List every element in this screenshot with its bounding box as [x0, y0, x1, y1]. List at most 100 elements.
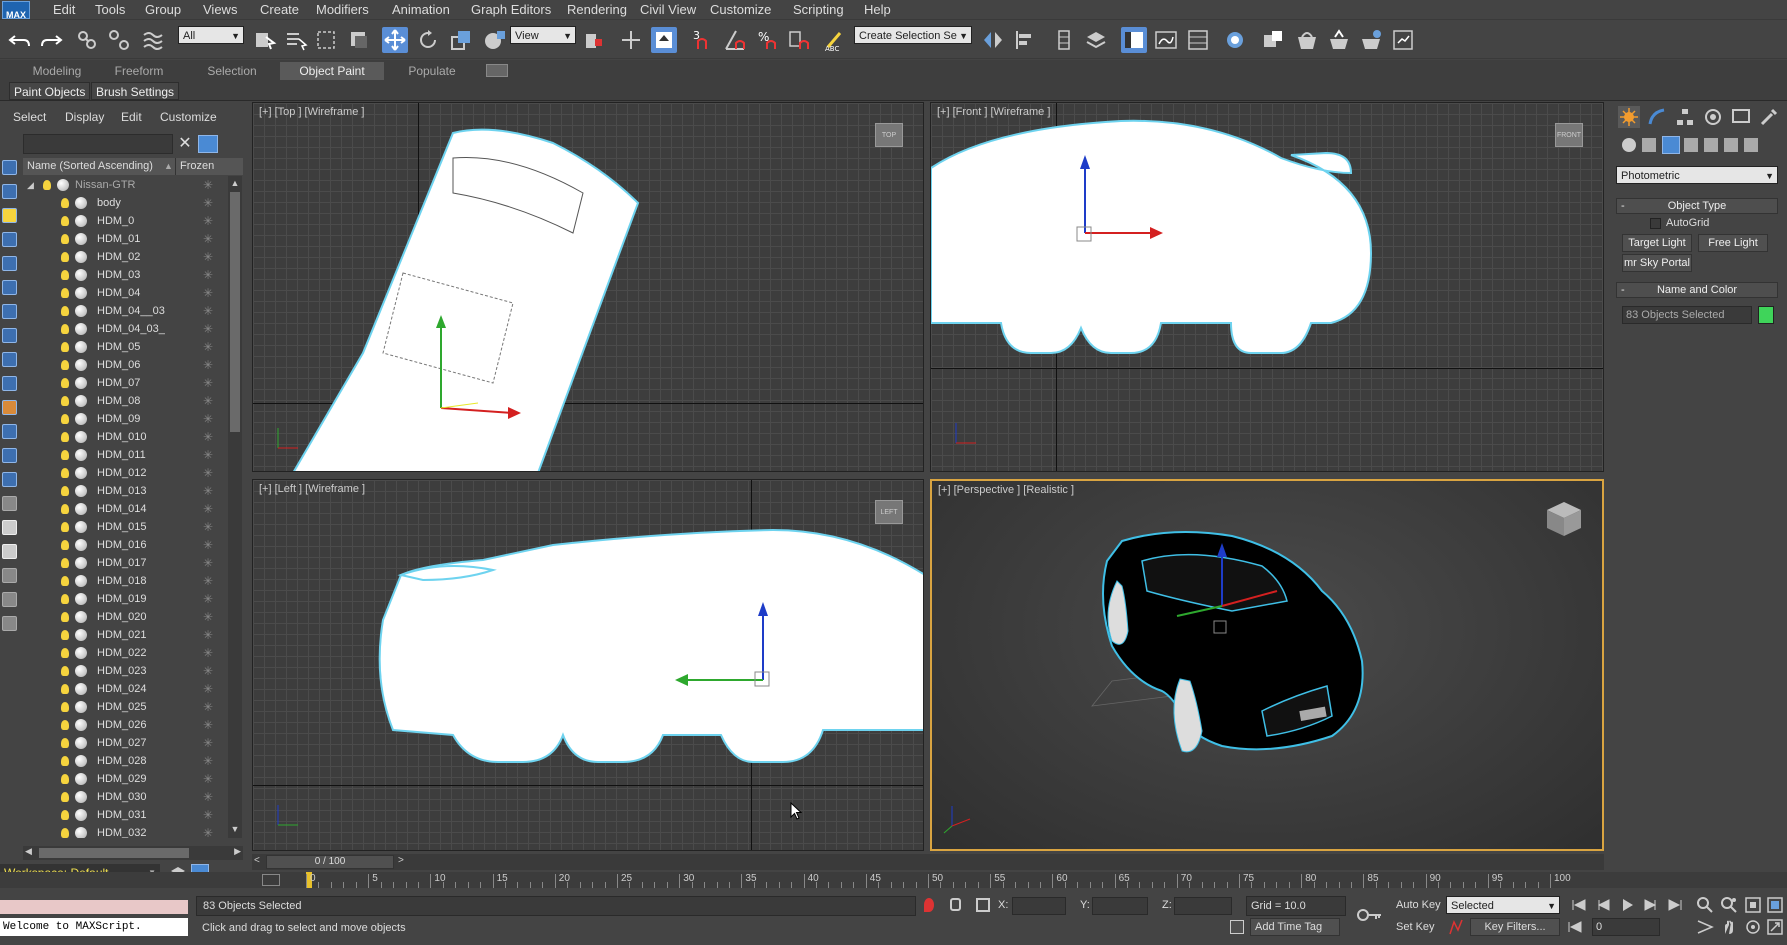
motion-tab-icon[interactable] [1702, 106, 1724, 128]
menu-animation[interactable]: Animation [388, 0, 454, 20]
viewcube-perspective[interactable] [1544, 499, 1584, 539]
tree-item[interactable]: HDM_09 ✳ [23, 410, 228, 428]
frozen-toggle-icon[interactable]: ✳ [203, 194, 213, 212]
frozen-toggle-icon[interactable]: ✳ [203, 806, 213, 824]
frozen-toggle-icon[interactable]: ✳ [203, 266, 213, 284]
collapse-arrow-icon[interactable]: ◢ [27, 176, 34, 194]
hierarchy-tab-icon[interactable] [1674, 106, 1696, 128]
spinner-snap-icon[interactable] [786, 27, 812, 53]
zoom-all-icon[interactable] [1720, 896, 1738, 914]
rect-selection-icon[interactable] [313, 27, 339, 53]
named-selection-set-dropdown[interactable]: Create Selection Se ▼ [854, 26, 972, 44]
frozen-toggle-icon[interactable]: ✳ [203, 302, 213, 320]
frozen-toggle-icon[interactable]: ✳ [203, 788, 213, 806]
helpers-category-icon[interactable] [1704, 138, 1718, 152]
curve-editor-icon[interactable] [1185, 27, 1211, 53]
visibility-bulb-icon[interactable] [61, 774, 69, 784]
menu-rendering[interactable]: Rendering [563, 0, 631, 20]
display-influences-icon[interactable] [2, 544, 17, 559]
visibility-bulb-icon[interactable] [61, 486, 69, 496]
pivot-center-icon[interactable] [581, 27, 607, 53]
menu-modifiers[interactable]: Modifiers [312, 0, 373, 20]
viewcube-left[interactable]: LEFT [875, 500, 903, 524]
display-shapes-icon[interactable] [2, 184, 17, 199]
window-crossing-icon[interactable] [346, 27, 372, 53]
visibility-bulb-icon[interactable] [61, 234, 69, 244]
tree-item[interactable]: HDM_022 ✳ [23, 644, 228, 662]
frozen-toggle-icon[interactable]: ✳ [203, 770, 213, 788]
geometry-category-icon[interactable] [1622, 138, 1636, 152]
y-coord-input[interactable] [1092, 897, 1148, 915]
tab-modeling[interactable]: Modeling [18, 62, 96, 80]
systems-category-icon[interactable] [1744, 138, 1758, 152]
z-coord-input[interactable] [1174, 897, 1232, 915]
next-frame-icon[interactable] [1642, 896, 1660, 914]
brush-settings-button[interactable]: Brush Settings [91, 82, 180, 100]
explorer-horizontal-scrollbar[interactable]: ◀ ▶ [23, 846, 243, 860]
explorer-menu-customize[interactable]: Customize [160, 110, 217, 124]
select-by-name-icon[interactable] [283, 27, 309, 53]
explorer-menu-edit[interactable]: Edit [121, 110, 142, 124]
scroll-left-icon[interactable]: ◀ [25, 846, 32, 857]
display-frozen-icon[interactable] [2, 400, 17, 415]
tree-item[interactable]: HDM_04_03_ ✳ [23, 320, 228, 338]
frozen-toggle-icon[interactable]: ✳ [203, 446, 213, 464]
utilities-tab-icon[interactable] [1758, 106, 1780, 128]
select-and-move-icon[interactable] [382, 27, 408, 53]
viewcube-front[interactable]: FRONT [1555, 123, 1583, 147]
tree-item[interactable]: HDM_020 ✳ [23, 608, 228, 626]
visibility-bulb-icon[interactable] [61, 828, 69, 838]
display-none-icon[interactable] [2, 472, 17, 487]
menu-scripting[interactable]: Scripting [789, 0, 848, 20]
isolate-selection-icon[interactable] [924, 898, 934, 912]
tree-item[interactable]: HDM_06 ✳ [23, 356, 228, 374]
layer-explorer-icon[interactable] [1051, 27, 1077, 53]
frozen-toggle-icon[interactable]: ✳ [203, 590, 213, 608]
ref-coord-dropdown[interactable]: View ▼ [510, 26, 576, 44]
display-all-icon[interactable] [2, 448, 17, 463]
tree-item[interactable]: HDM_013 ✳ [23, 482, 228, 500]
frozen-toggle-icon[interactable]: ✳ [203, 374, 213, 392]
field-of-view-icon[interactable] [1696, 918, 1714, 936]
tree-item[interactable]: HDM_01 ✳ [23, 230, 228, 248]
explorer-search-input[interactable] [23, 134, 173, 154]
tree-item[interactable]: HDM_07 ✳ [23, 374, 228, 392]
visibility-bulb-icon[interactable] [61, 306, 69, 316]
render-setup-icon[interactable] [1294, 27, 1320, 53]
pan-view-icon[interactable] [1720, 918, 1738, 936]
tree-item[interactable]: HDM_02 ✳ [23, 248, 228, 266]
frozen-toggle-icon[interactable]: ✳ [203, 644, 213, 662]
link-icon[interactable] [74, 27, 100, 53]
object-name-input[interactable]: 83 Objects Selected [1622, 306, 1752, 324]
tree-item[interactable]: HDM_032 ✳ [23, 824, 228, 838]
explorer-menu-select[interactable]: Select [13, 110, 46, 124]
angle-snap-icon[interactable] [722, 27, 748, 53]
tree-item[interactable]: HDM_027 ✳ [23, 734, 228, 752]
frozen-toggle-icon[interactable]: ✳ [203, 356, 213, 374]
material-editor-icon[interactable] [1260, 27, 1286, 53]
object-color-swatch[interactable] [1758, 306, 1774, 324]
orbit-icon[interactable] [1744, 918, 1762, 936]
zoom-extents-icon[interactable] [1744, 896, 1762, 914]
display-bones-icon[interactable] [2, 352, 17, 367]
add-time-tag-button[interactable]: Add Time Tag [1250, 918, 1340, 936]
render-production-icon[interactable] [1358, 27, 1384, 53]
display-spacewarps-icon[interactable] [2, 280, 17, 295]
key-mode-dropdown[interactable]: Selected ▼ [1446, 896, 1560, 914]
visibility-bulb-icon[interactable] [61, 756, 69, 766]
explorer-vertical-scrollbar[interactable]: ▲ ▼ [228, 176, 242, 838]
prev-frame-icon[interactable]: < [254, 855, 260, 866]
zoom-icon[interactable] [1696, 896, 1714, 914]
tree-item[interactable]: HDM_031 ✳ [23, 806, 228, 824]
tab-object-paint[interactable]: Object Paint [280, 62, 384, 80]
visibility-bulb-icon[interactable] [43, 180, 51, 190]
display-groups-icon[interactable] [2, 304, 17, 319]
toggle-scene-explorer-icon[interactable] [1121, 27, 1147, 53]
tab-populate[interactable]: Populate [392, 62, 472, 80]
undo-icon[interactable] [7, 27, 33, 53]
visibility-bulb-icon[interactable] [61, 720, 69, 730]
tree-root-nissan-gtr[interactable]: ◢ Nissan-GTR ✳ [23, 176, 228, 194]
frozen-toggle-icon[interactable]: ✳ [203, 284, 213, 302]
tree-item[interactable]: HDM_019 ✳ [23, 590, 228, 608]
play-icon[interactable] [1618, 896, 1636, 914]
